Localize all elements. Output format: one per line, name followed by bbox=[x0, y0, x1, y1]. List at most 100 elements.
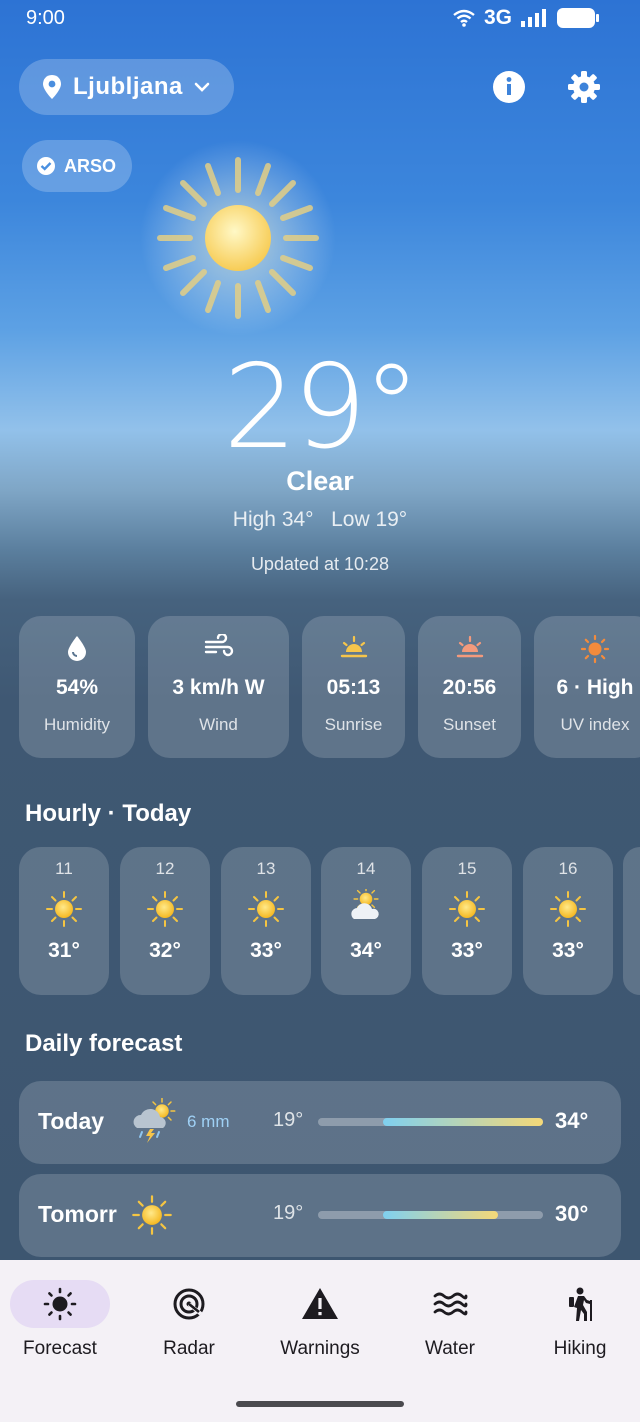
hourly-item[interactable]: 12 32° bbox=[120, 847, 210, 995]
metric-value: 6 · High bbox=[556, 676, 634, 699]
hour-label: 11 bbox=[55, 859, 73, 878]
thunderstorm-sun-icon bbox=[133, 1098, 176, 1143]
hour-temp: 33° bbox=[451, 939, 483, 962]
temp-range-bar bbox=[318, 1211, 543, 1219]
metric-label: Sunset bbox=[443, 715, 496, 734]
info-button[interactable] bbox=[485, 63, 533, 111]
metric-label: Sunrise bbox=[324, 715, 383, 734]
wind-icon bbox=[204, 634, 233, 657]
source-label: ARSO bbox=[64, 155, 117, 176]
metric-label: Wind bbox=[199, 715, 238, 734]
sun-icon bbox=[46, 891, 82, 927]
gear-icon bbox=[568, 71, 600, 103]
radar-icon bbox=[173, 1288, 205, 1320]
daily-row[interactable]: Tomorr 19° 30° bbox=[19, 1174, 621, 1257]
nav-radar[interactable]: Radar bbox=[129, 1280, 249, 1360]
sun-icon bbox=[132, 1195, 172, 1235]
sun-icon bbox=[248, 891, 284, 927]
battery-icon bbox=[557, 8, 599, 28]
location-selector[interactable]: Ljubljana bbox=[19, 59, 234, 115]
status-icons: 3G bbox=[452, 6, 600, 30]
location-name: Ljubljana bbox=[73, 73, 183, 100]
hourly-item[interactable]: 13 33° bbox=[221, 847, 311, 995]
hourly-item[interactable]: 11 31° bbox=[19, 847, 109, 995]
nav-label: Hiking bbox=[553, 1338, 607, 1359]
metric-value: 20:56 bbox=[442, 676, 497, 699]
status-time: 9:00 bbox=[26, 7, 65, 29]
warning-icon bbox=[302, 1288, 338, 1319]
sun-icon bbox=[43, 1287, 77, 1321]
wifi-icon bbox=[453, 9, 475, 27]
day-name: Tomorr bbox=[38, 1201, 117, 1227]
bottom-navigation: Forecast Radar Warnings Water Hiking bbox=[0, 1260, 640, 1422]
nav-label: Water bbox=[425, 1338, 475, 1359]
metric-uv-index[interactable]: 6 · High UV index bbox=[534, 616, 640, 758]
hour-temp: 33° bbox=[250, 939, 282, 962]
metric-value: 05:13 bbox=[326, 676, 381, 699]
daily-row[interactable]: Today 6 mm 19° 34° bbox=[19, 1081, 621, 1164]
location-pin-icon bbox=[43, 75, 61, 99]
hiking-icon bbox=[569, 1287, 592, 1321]
settings-button[interactable] bbox=[560, 63, 608, 111]
daily-title: Daily forecast bbox=[25, 1030, 183, 1057]
metric-value: 3 km/h W bbox=[172, 676, 265, 699]
hour-label: 12 bbox=[155, 859, 175, 878]
hour-label: 15 bbox=[457, 859, 477, 878]
sun-hero-icon bbox=[140, 140, 336, 336]
day-high: 30° bbox=[555, 1201, 589, 1226]
hour-temp: 31° bbox=[48, 939, 80, 962]
hourly-title: Hourly · Today bbox=[25, 800, 192, 827]
updated-time: Updated at 10:28 bbox=[250, 554, 390, 574]
hourly-item[interactable]: 15 33° bbox=[422, 847, 512, 995]
nav-forecast[interactable]: Forecast bbox=[0, 1280, 120, 1360]
metric-sunrise[interactable]: 05:13 Sunrise bbox=[302, 616, 405, 758]
hour-label: 16 bbox=[558, 859, 578, 878]
hour-label: 13 bbox=[256, 859, 276, 878]
precipitation: 6 mm bbox=[187, 1112, 230, 1131]
day-low: 19° bbox=[273, 1109, 304, 1131]
nav-label: Warnings bbox=[280, 1338, 360, 1359]
sun-icon bbox=[449, 891, 485, 927]
home-indicator[interactable] bbox=[236, 1401, 404, 1407]
metric-humidity[interactable]: 54% Humidity bbox=[19, 616, 135, 758]
sun-icon bbox=[550, 891, 586, 927]
metric-sunset[interactable]: 20:56 Sunset bbox=[418, 616, 521, 758]
info-icon bbox=[493, 71, 525, 103]
network-type: 3G bbox=[483, 6, 512, 29]
nav-hiking[interactable]: Hiking bbox=[520, 1280, 640, 1360]
chevron-down-icon bbox=[194, 82, 210, 92]
current-temperature: 29° bbox=[223, 340, 421, 475]
temp-range-bar bbox=[318, 1118, 543, 1126]
nav-label: Radar bbox=[163, 1338, 215, 1359]
sunrise-icon bbox=[340, 635, 367, 658]
metric-label: UV index bbox=[560, 715, 630, 734]
temp-range-fill bbox=[383, 1211, 498, 1219]
current-condition: Clear bbox=[286, 466, 354, 496]
verified-badge-icon bbox=[37, 157, 55, 175]
hourly-item[interactable]: 16 33° bbox=[523, 847, 613, 995]
hour-temp: 32° bbox=[149, 939, 181, 962]
temp-range-fill bbox=[383, 1118, 543, 1126]
day-low: 19° bbox=[273, 1202, 304, 1224]
partly-cloudy-icon bbox=[351, 889, 379, 919]
day-high: 34° bbox=[555, 1108, 589, 1133]
sun-icon bbox=[147, 891, 183, 927]
source-badge[interactable]: ARSO bbox=[22, 140, 132, 192]
nav-forecast-indicator bbox=[10, 1280, 110, 1328]
waves-icon bbox=[433, 1292, 468, 1316]
nav-label: Forecast bbox=[23, 1338, 97, 1359]
day-name: Today bbox=[38, 1108, 105, 1134]
hourly-item-partial[interactable] bbox=[623, 847, 640, 995]
nav-warnings[interactable]: Warnings bbox=[260, 1280, 380, 1360]
metric-value: 54% bbox=[55, 676, 99, 699]
hour-temp: 34° bbox=[350, 939, 382, 962]
metric-wind[interactable]: 3 km/h W Wind bbox=[148, 616, 289, 758]
nav-water[interactable]: Water bbox=[390, 1280, 510, 1360]
sunset-icon bbox=[456, 635, 483, 658]
hourly-item[interactable]: 14 34° bbox=[321, 847, 411, 995]
uv-sun-icon bbox=[580, 634, 610, 664]
hour-temp: 33° bbox=[552, 939, 584, 962]
signal-icon bbox=[521, 9, 546, 27]
high-low: High 34° Low 19° bbox=[232, 508, 408, 531]
metric-label: Humidity bbox=[43, 715, 111, 734]
